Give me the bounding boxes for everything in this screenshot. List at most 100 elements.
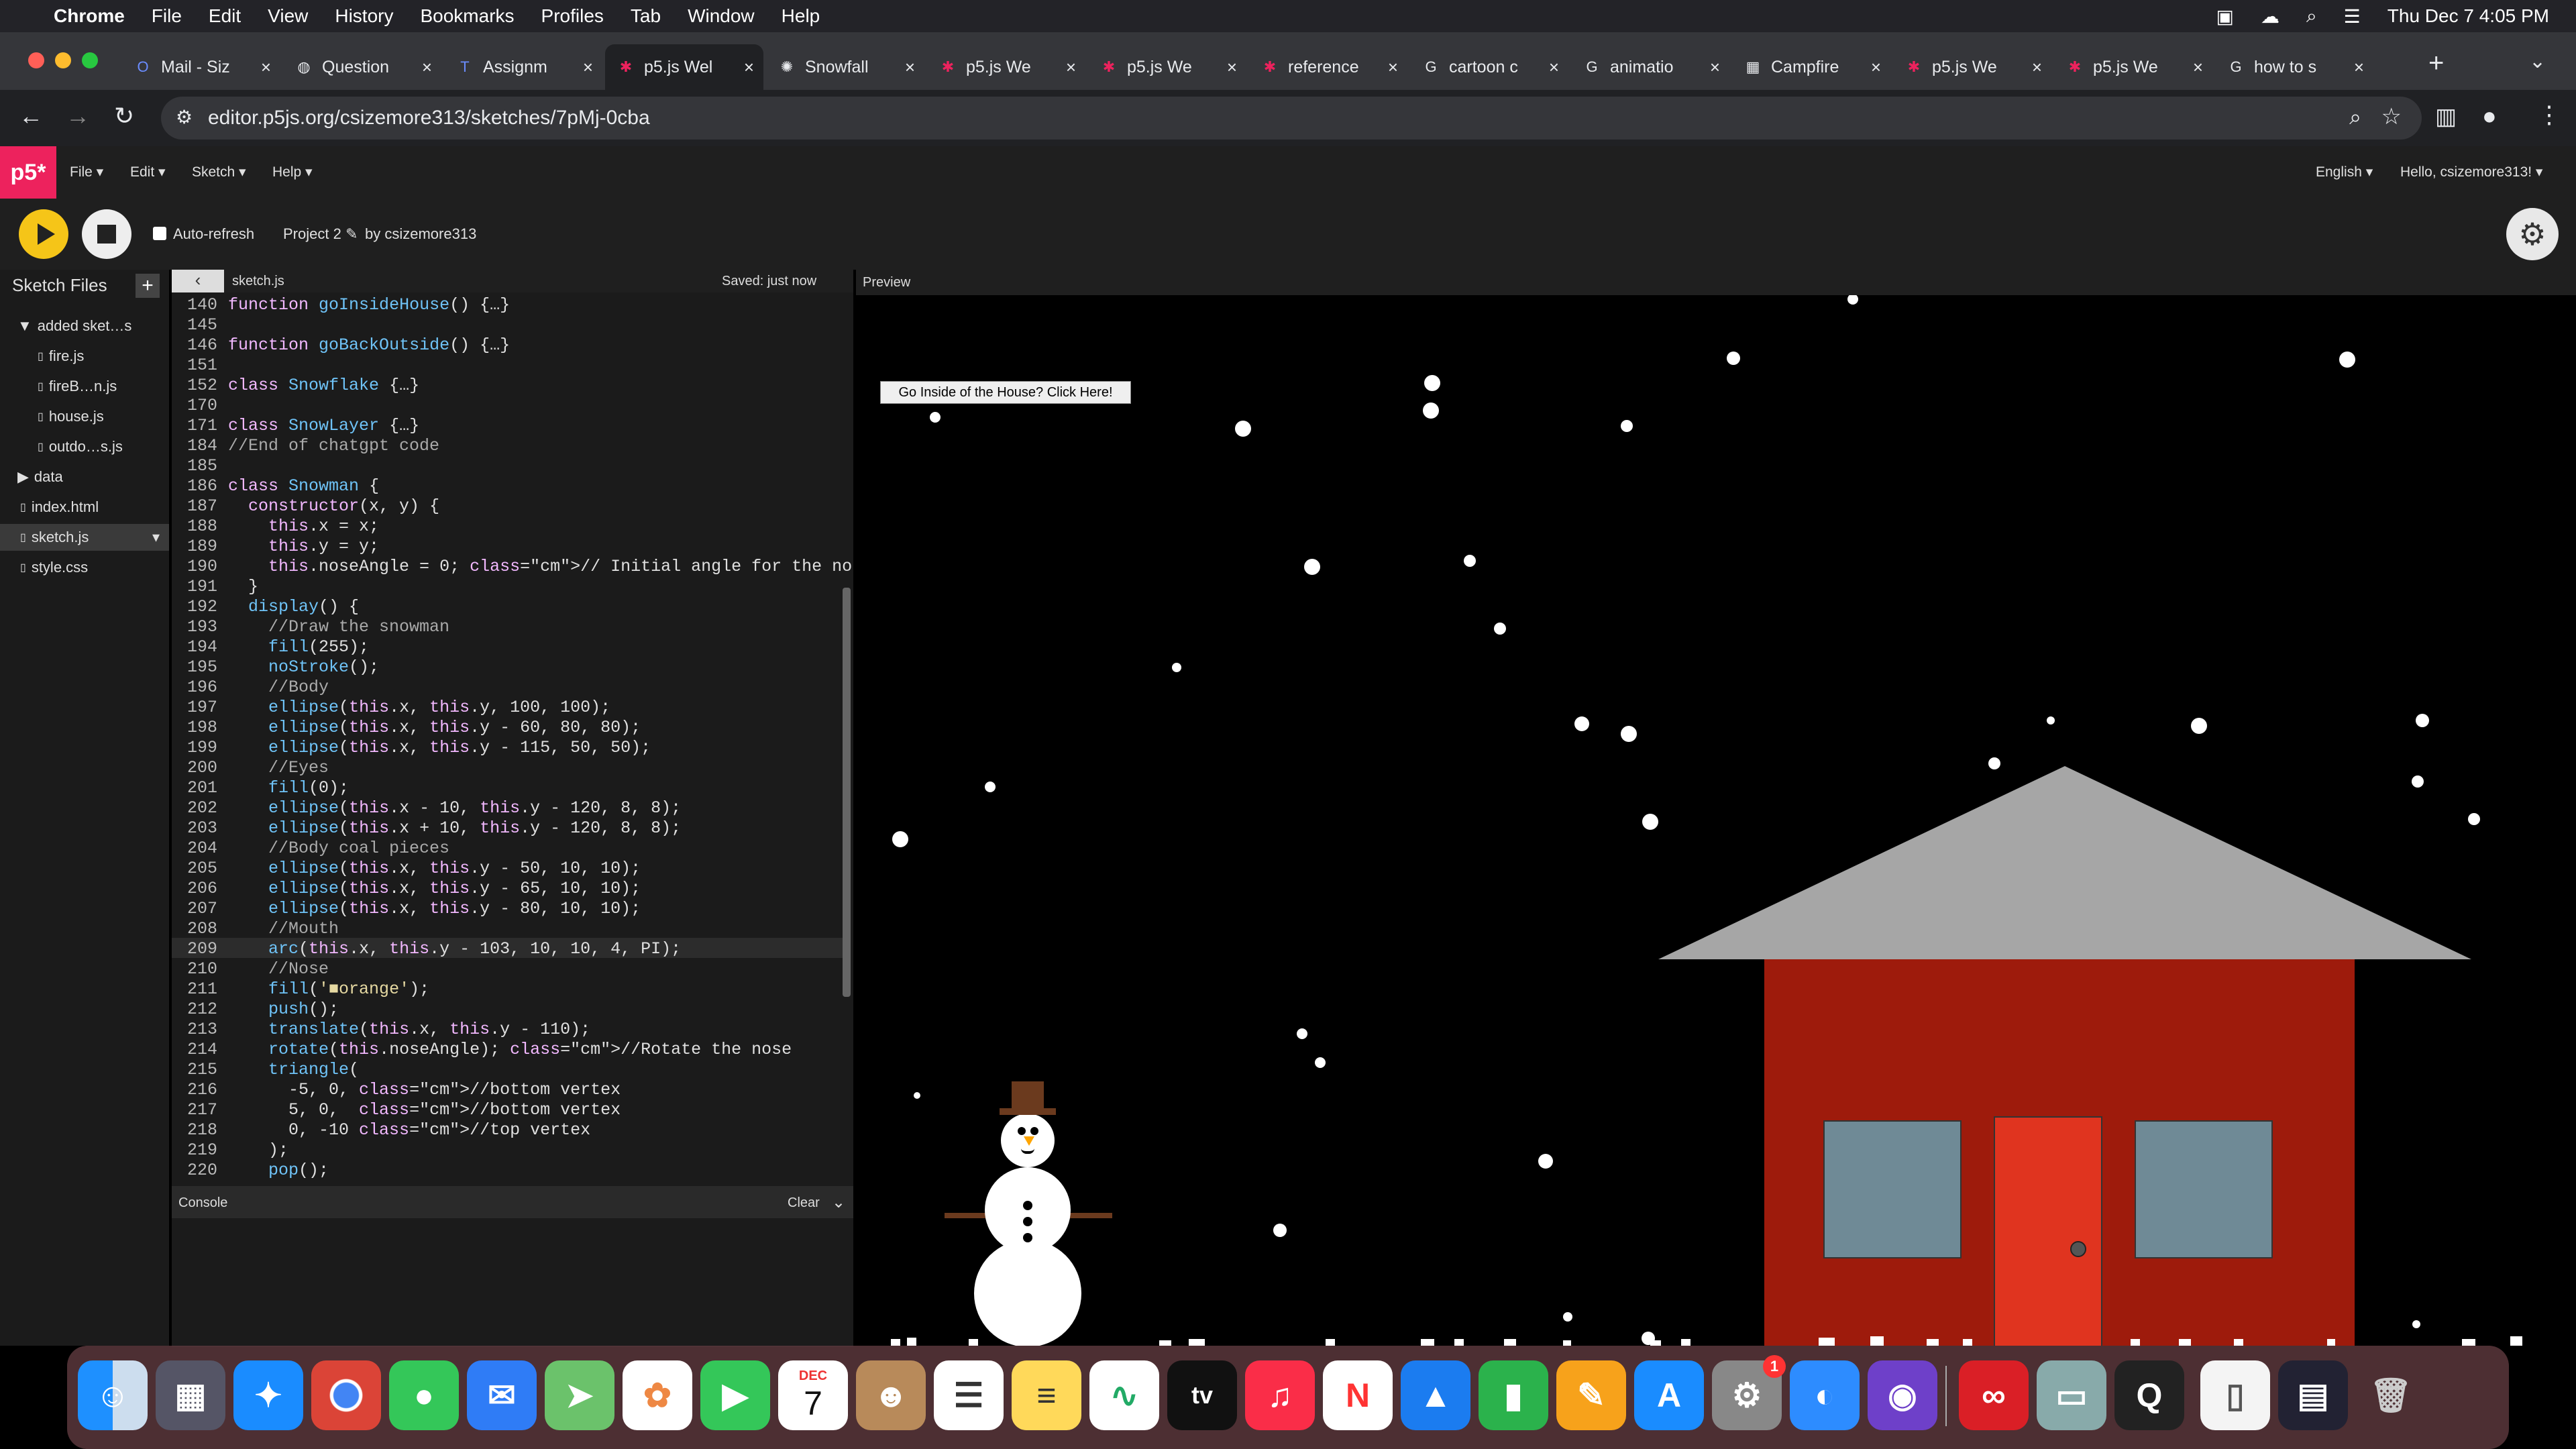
back-icon[interactable]: ← (19, 102, 43, 130)
keynote-icon[interactable]: ▲ (1401, 1360, 1470, 1430)
mail-icon[interactable]: ✉ (467, 1360, 537, 1430)
browser-tab[interactable]: ✱ p5.js We × (1088, 44, 1246, 90)
code-editor[interactable]: 140 function goInsideHouse() {…} 145 146 fun… (172, 292, 853, 1186)
tab-close-icon[interactable]: × (1871, 57, 1881, 78)
console-clear-button[interactable]: Clear (788, 1195, 820, 1211)
music-icon[interactable]: ♫ (1245, 1360, 1315, 1430)
file-item[interactable]: ▯ index.html (0, 494, 169, 521)
new-tab-button[interactable]: + (2428, 48, 2444, 78)
file-options-icon[interactable]: ▾ (152, 529, 160, 546)
stop-button[interactable] (82, 209, 131, 259)
menu-app-name[interactable]: Chrome (54, 5, 125, 27)
tab-close-icon[interactable]: × (1549, 57, 1559, 78)
folder-item[interactable]: ▶ data (0, 464, 169, 490)
tab-close-icon[interactable]: × (905, 57, 915, 78)
autorefresh-checkbox[interactable] (153, 227, 166, 240)
screenshot-stack-icon[interactable]: ▤ (2278, 1360, 2348, 1430)
preview-app-icon[interactable]: ▭ (2037, 1360, 2106, 1430)
p5-menu-file[interactable]: File ▾ (70, 164, 103, 180)
github-desktop-icon[interactable]: ◉ (1868, 1360, 1937, 1430)
photos-icon[interactable]: ✿ (623, 1360, 692, 1430)
tab-search-button[interactable]: ⌄ (2529, 50, 2546, 73)
play-button[interactable] (19, 209, 68, 259)
calendar-icon[interactable]: DEC 7 (778, 1360, 848, 1430)
browser-tab[interactable]: Ganimatio × (1571, 44, 1729, 90)
tab-close-icon[interactable]: × (1066, 57, 1076, 78)
forward-icon[interactable]: → (66, 102, 90, 130)
p5-menu-edit[interactable]: Edit ▾ (130, 164, 166, 180)
tab-close-icon[interactable]: × (1710, 57, 1720, 78)
reminders-icon[interactable]: ☰ (934, 1360, 1004, 1430)
menu-history[interactable]: History (335, 5, 393, 27)
settings-button[interactable]: ⚙ (2506, 208, 2559, 260)
numbers-icon[interactable]: ▮ (1479, 1360, 1548, 1430)
control-center-icon[interactable]: ☰ (2344, 5, 2361, 28)
pages-icon[interactable]: ✎ (1556, 1360, 1626, 1430)
console-collapse-icon[interactable]: ⌄ (832, 1193, 845, 1212)
p5-menu-help[interactable]: Help ▾ (272, 164, 313, 180)
go-inside-house-button[interactable]: Go Inside of the House? Click Here! (880, 381, 1131, 404)
browser-tab[interactable]: ✺ Snowfall × (766, 44, 924, 90)
launchpad-icon[interactable]: ▦ (156, 1360, 225, 1430)
menu-bookmarks[interactable]: Bookmarks (420, 5, 514, 27)
add-file-button[interactable]: + (136, 274, 160, 298)
tab-close-icon[interactable]: × (2193, 57, 2203, 78)
notes-icon[interactable]: ≡ (1012, 1360, 1081, 1430)
spotlight-search-icon[interactable]: ⌕ (2306, 5, 2317, 28)
freeform-icon[interactable]: ∿ (1089, 1360, 1159, 1430)
app-store-icon[interactable]: A (1634, 1360, 1704, 1430)
browser-tab[interactable]: ✱ p5.js We × (927, 44, 1085, 90)
address-bar[interactable]: ⚙ editor.p5js.org/csizemore313/sketches/… (161, 97, 2422, 140)
menu-file[interactable]: File (152, 5, 182, 27)
browser-tab[interactable]: T Assignm × (444, 44, 602, 90)
project-name[interactable]: Project 2 ✎ (283, 225, 358, 243)
p5-logo[interactable]: p5* (0, 146, 56, 199)
chrome-menu-icon[interactable]: ⋮ (2537, 101, 2561, 129)
news-icon[interactable]: N (1323, 1360, 1393, 1430)
browser-tab[interactable]: ✱ p5.js Wel × (605, 44, 763, 90)
window-minimize-button[interactable] (55, 52, 71, 68)
cloud-icon[interactable]: ☁ (2261, 5, 2279, 28)
browser-tab[interactable]: ✱ p5.js We × (1893, 44, 2051, 90)
chrome-icon[interactable] (311, 1360, 381, 1430)
window-zoom-button[interactable] (82, 52, 98, 68)
browser-tab[interactable]: Gcartoon c × (1410, 44, 1568, 90)
tab-close-icon[interactable]: × (583, 57, 593, 78)
folder-item[interactable]: ▼ added sket…s (0, 313, 169, 339)
trash-icon[interactable]: 🗑 (2356, 1360, 2426, 1430)
bookmark-star-icon[interactable]: ☆ (2381, 103, 2402, 130)
file-item[interactable]: ▯ style.css (0, 554, 169, 581)
tab-close-icon[interactable]: × (261, 57, 271, 78)
user-menu[interactable]: Hello, csizemore313! ▾ (2400, 164, 2542, 180)
menu-tab[interactable]: Tab (631, 5, 661, 27)
menu-profiles[interactable]: Profiles (541, 5, 604, 27)
file-item[interactable]: ▯ sketch.js ▾ (0, 524, 169, 551)
menu-view[interactable]: View (268, 5, 308, 27)
zoom-app-icon[interactable]: ◐ (1790, 1360, 1860, 1430)
sketch-preview-canvas[interactable]: Go Inside of the House? Click Here! (856, 295, 2576, 1346)
menu-edit[interactable]: Edit (209, 5, 241, 27)
file-item[interactable]: ▯ outdo…s.js (0, 433, 169, 460)
maps-icon[interactable]: ➤ (545, 1360, 614, 1430)
tab-close-icon[interactable]: × (744, 57, 754, 78)
menu-window[interactable]: Window (688, 5, 755, 27)
document-icon[interactable]: ▯ (2200, 1360, 2270, 1430)
apple-tv-icon[interactable]: tv (1167, 1360, 1237, 1430)
file-item[interactable]: ▯ house.js (0, 403, 169, 430)
menubar-clock[interactable]: Thu Dec 7 4:05 PM (2387, 5, 2549, 27)
window-close-button[interactable] (28, 52, 44, 68)
browser-tab[interactable]: O Mail - Siz × (122, 44, 280, 90)
browser-tab[interactable]: ✱ p5.js We × (2054, 44, 2212, 90)
editor-scrollbar[interactable] (843, 588, 851, 997)
browser-tab[interactable]: ✱ reference × (1249, 44, 1407, 90)
notification-icon[interactable]: ▣ (2216, 5, 2234, 28)
tab-close-icon[interactable]: × (2032, 57, 2042, 78)
language-select[interactable]: English ▾ (2316, 164, 2373, 180)
site-info-icon[interactable]: ⚙ (176, 106, 193, 128)
tab-close-icon[interactable]: × (2354, 57, 2364, 78)
file-item[interactable]: ▯ fire.js (0, 343, 169, 370)
tab-close-icon[interactable]: × (1227, 57, 1237, 78)
browser-tab[interactable]: ◍ Question × (283, 44, 441, 90)
tab-close-icon[interactable]: × (1388, 57, 1398, 78)
safari-icon[interactable]: ✦ (233, 1360, 303, 1430)
